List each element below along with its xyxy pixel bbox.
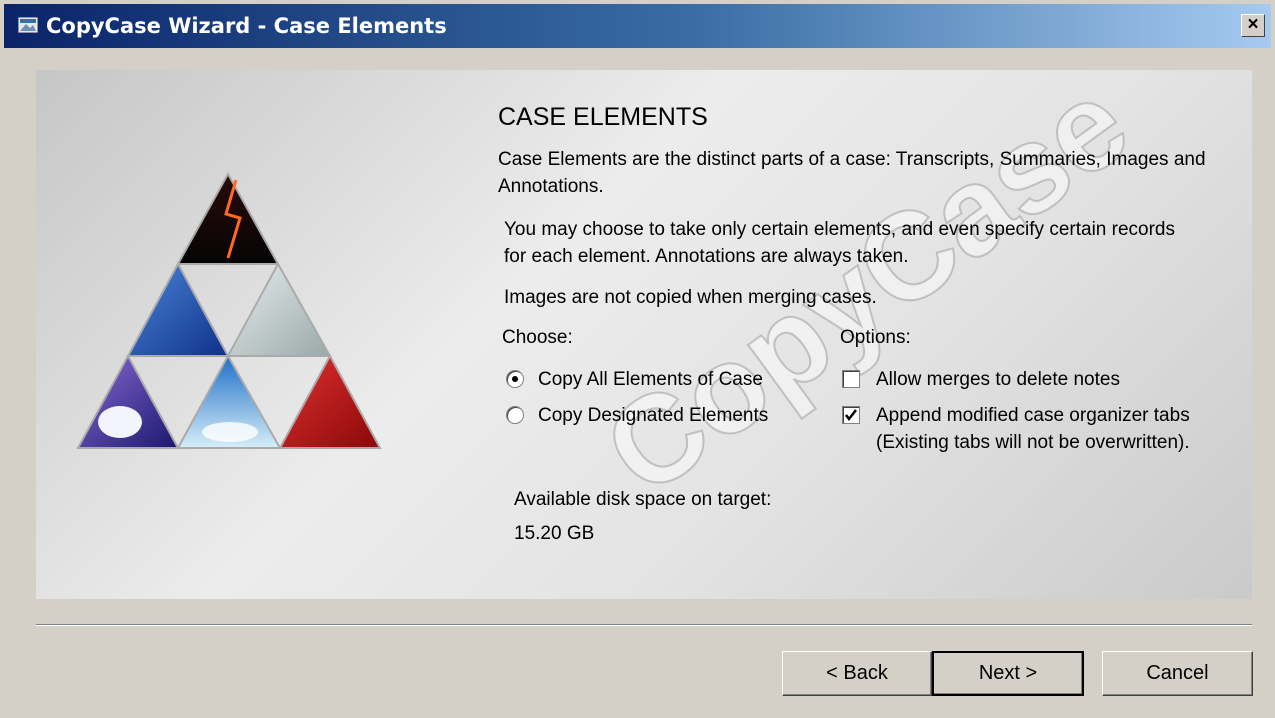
append-tabs-label: Append modified case organizer tabs (Exi… [876, 405, 1190, 453]
content-panel: CopyCase CASE ELEMENTS Case Elements are… [36, 70, 1252, 599]
checkbox-allow-merges-delete-notes[interactable]: Allow merges to delete notes [842, 366, 1162, 394]
app-icon [18, 17, 38, 33]
separator-line [36, 624, 1252, 626]
window-title: CopyCase Wizard - Case Elements [46, 14, 447, 38]
radio-copy-designated-label: Copy Designated Elements [538, 405, 769, 426]
options-label: Options: [840, 327, 911, 348]
images-note-text: Images are not copied when merging cases… [504, 287, 877, 308]
checkbox-unchecked[interactable] [842, 370, 860, 388]
title-bar: CopyCase Wizard - Case Elements × [4, 4, 1271, 48]
checkbox-checked[interactable] [842, 406, 860, 424]
disk-space-value: 15.20 GB [514, 523, 595, 544]
disk-space-label: Available disk space on target: [514, 489, 772, 510]
page-heading: CASE ELEMENTS [498, 103, 708, 131]
allow-merges-label: Allow merges to delete notes [876, 369, 1120, 390]
radio-copy-designated-elements[interactable]: Copy Designated Elements [506, 402, 806, 430]
choose-label: Choose: [502, 327, 573, 348]
pyramid-logo-image [76, 171, 382, 449]
next-button[interactable]: Next > [932, 651, 1084, 696]
intro-text: Case Elements are the distinct parts of … [498, 149, 1206, 197]
checkmark-icon [845, 409, 857, 422]
back-button[interactable]: < Back [782, 651, 932, 696]
cancel-button[interactable]: Cancel [1102, 651, 1253, 696]
radio-copy-all-label: Copy All Elements of Case [538, 369, 763, 390]
close-button[interactable]: × [1241, 14, 1265, 37]
radio-copy-all-elements[interactable]: Copy All Elements of Case [506, 366, 796, 394]
checkbox-append-modified-tabs[interactable]: Append modified case organizer tabs (Exi… [842, 402, 1202, 488]
details-text: You may choose to take only certain elem… [504, 219, 1176, 267]
wizard-window: CopyCase Wizard - Case Elements × CopyCa… [0, 0, 1275, 718]
radio-button-selected[interactable] [506, 370, 524, 388]
radio-button[interactable] [506, 406, 524, 424]
